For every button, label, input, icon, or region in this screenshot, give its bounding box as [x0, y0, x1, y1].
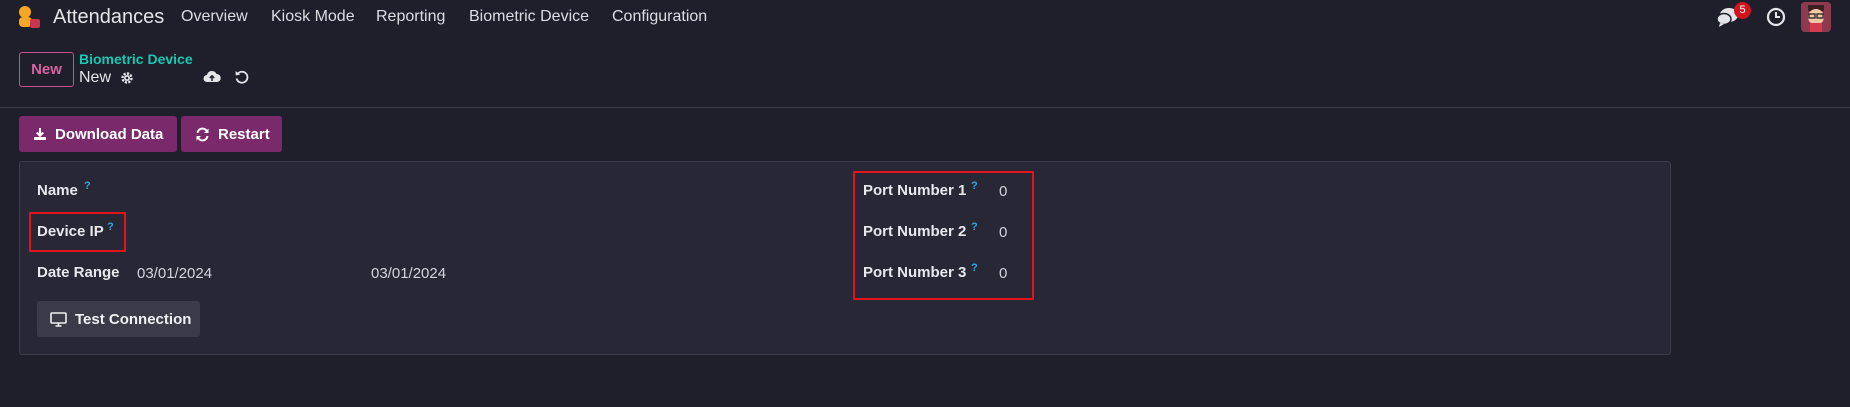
date-range-start-input[interactable]: 03/01/2024 [137, 265, 212, 282]
date-range-end-input[interactable]: 03/01/2024 [371, 265, 446, 282]
download-icon [34, 128, 46, 140]
menu-overview[interactable]: Overview [181, 8, 248, 26]
new-button[interactable]: New [19, 52, 74, 87]
refresh-icon [196, 127, 209, 141]
clock-icon[interactable] [1766, 7, 1786, 27]
breadcrumb-parent-link[interactable]: Biometric Device [79, 51, 193, 67]
save-cloud-icon[interactable] [203, 69, 221, 84]
user-avatar[interactable] [1801, 2, 1831, 32]
app-name[interactable]: Attendances [53, 6, 164, 29]
gear-icon[interactable] [120, 71, 134, 85]
chat-count-badge: 5 [1734, 2, 1751, 19]
name-label: Name [37, 182, 78, 199]
device-ip-highlight-box [29, 212, 126, 252]
port-numbers-highlight-box [853, 171, 1034, 300]
download-data-button[interactable]: Download Data [19, 116, 177, 152]
date-range-label: Date Range [37, 264, 120, 281]
control-panel: New Biometric Device New [0, 34, 1850, 108]
menu-kiosk-mode[interactable]: Kiosk Mode [271, 8, 355, 26]
discard-undo-icon[interactable] [234, 69, 250, 85]
test-connection-button[interactable]: Test Connection [37, 301, 200, 337]
menu-configuration[interactable]: Configuration [612, 8, 707, 26]
download-data-label: Download Data [55, 125, 164, 143]
menu-reporting[interactable]: Reporting [376, 8, 445, 26]
name-help-icon[interactable]: ? [84, 180, 91, 192]
breadcrumb-current: New [79, 69, 112, 86]
restart-label: Restart [218, 125, 270, 143]
top-navbar: Attendances Overview Kiosk Mode Reportin… [0, 0, 1850, 34]
monitor-icon [50, 311, 67, 327]
app-logo-icon[interactable] [16, 5, 42, 29]
test-connection-label: Test Connection [75, 310, 192, 328]
form-sheet [19, 161, 1671, 355]
restart-button[interactable]: Restart [181, 116, 282, 152]
menu-biometric-device[interactable]: Biometric Device [469, 8, 589, 26]
